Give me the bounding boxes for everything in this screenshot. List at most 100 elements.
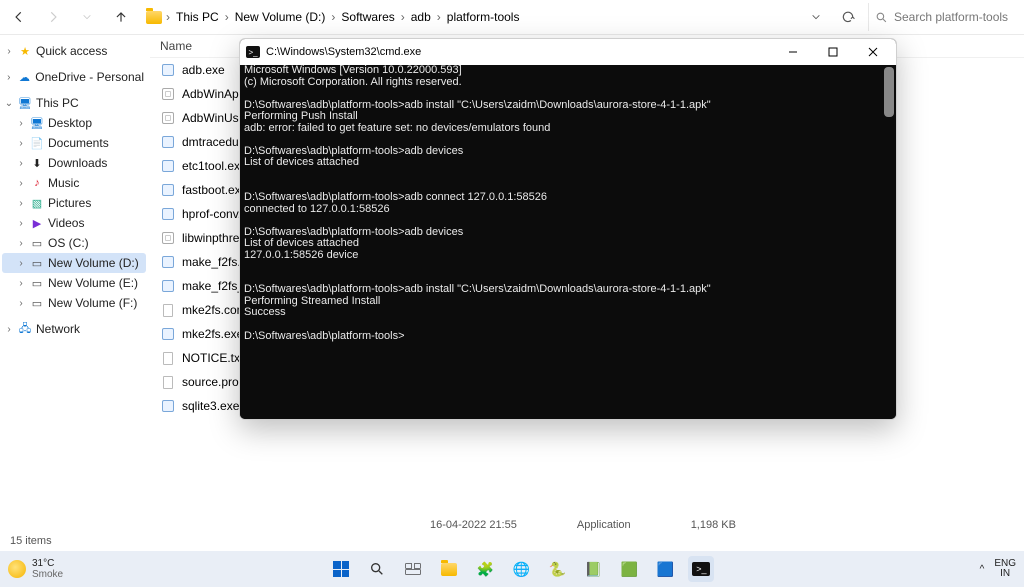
tree-this-pc[interactable]: ⌄ 🖥 This PC <box>2 93 146 113</box>
taskbar-app-4[interactable]: 📗 <box>580 556 606 582</box>
taskbar-weather[interactable]: 31°C Smoke <box>8 558 63 580</box>
cmd-icon: >_ <box>692 562 710 576</box>
taskbar-app-1[interactable]: 🧩 <box>472 556 498 582</box>
tree-desktop[interactable]: ›🖥Desktop <box>2 113 146 133</box>
minimize-icon <box>788 47 798 57</box>
tree-label: Pictures <box>48 196 91 210</box>
taskbar-app-6[interactable]: 🟦 <box>652 556 678 582</box>
tray-lang2[interactable]: IN <box>994 569 1016 580</box>
tree-label: New Volume (F:) <box>48 296 137 310</box>
crumb-adb[interactable]: adb <box>409 8 433 26</box>
tree-nv-f[interactable]: ›▭New Volume (F:) <box>2 293 146 313</box>
cloud-icon: ☁ <box>18 70 32 84</box>
cmd-output[interactable]: Microsoft Windows [Version 10.0.22000.59… <box>240 65 896 419</box>
cmd-icon: >_ <box>246 46 260 58</box>
chevron-down-icon <box>82 12 92 22</box>
taskbar-explorer[interactable] <box>436 556 462 582</box>
search-icon <box>369 561 385 577</box>
crumb-drive-d[interactable]: New Volume (D:) <box>233 8 328 26</box>
cmd-title-text: C:\Windows\System32\cmd.exe <box>266 46 421 58</box>
tree-quick-access[interactable]: › ★ Quick access <box>2 41 146 61</box>
tree-label: OneDrive - Personal <box>35 70 144 84</box>
windows-logo-icon <box>333 561 349 577</box>
tree-nv-e[interactable]: ›▭New Volume (E:) <box>2 273 146 293</box>
taskview-icon <box>405 563 421 575</box>
file-name: adb.exe <box>182 63 225 77</box>
task-view[interactable] <box>400 556 426 582</box>
taskbar-search[interactable] <box>364 556 390 582</box>
address-dropdown[interactable] <box>804 5 828 29</box>
taskbar-center: 🧩 🌐 🐍 📗 🟩 🟦 >_ <box>63 556 980 582</box>
pictures-icon: ▧ <box>30 196 44 210</box>
refresh-icon <box>841 10 855 24</box>
tree-label: Videos <box>48 216 84 230</box>
tree-videos[interactable]: ›▶Videos <box>2 213 146 233</box>
exe-file-icon <box>160 182 176 198</box>
taskbar-app-2[interactable]: 🌐 <box>508 556 534 582</box>
tree-pictures[interactable]: › ▧ Pictures <box>2 193 146 213</box>
dll-file-icon <box>160 110 176 126</box>
cmd-scrollbar[interactable] <box>884 67 894 117</box>
tree-label: Documents <box>48 136 109 150</box>
search-input[interactable]: Search platform-tools <box>868 3 1018 31</box>
breadcrumb[interactable]: › This PC › New Volume (D:) › Softwares … <box>142 3 796 31</box>
refresh-button[interactable] <box>836 5 860 29</box>
search-icon <box>875 11 888 24</box>
cmd-titlebar[interactable]: >_ C:\Windows\System32\cmd.exe <box>240 39 896 65</box>
file-name: sqlite3.exe <box>182 399 239 413</box>
chevron-right-icon: › <box>225 10 229 24</box>
tree-nv-d[interactable]: ›▭New Volume (D:) <box>2 253 146 273</box>
up-button[interactable] <box>108 4 134 30</box>
recent-button[interactable] <box>74 4 100 30</box>
exe-file-icon <box>160 326 176 342</box>
taskbar-tray[interactable]: ^ ENG IN <box>980 559 1016 580</box>
chevron-right-icon: › <box>16 198 26 209</box>
cmd-window[interactable]: >_ C:\Windows\System32\cmd.exe Microsoft… <box>239 38 897 420</box>
back-button[interactable] <box>6 4 32 30</box>
tray-chevron-icon[interactable]: ^ <box>980 564 985 575</box>
status-bar: 15 items <box>0 533 1024 551</box>
address-bar: › This PC › New Volume (D:) › Softwares … <box>0 0 1024 34</box>
exe-file-icon <box>160 134 176 150</box>
maximize-button[interactable] <box>816 41 850 63</box>
file-name: fastboot.exe <box>182 183 247 197</box>
folder-icon <box>441 563 457 576</box>
arrow-up-icon <box>114 10 128 24</box>
tree-music[interactable]: ›♪Music <box>2 173 146 193</box>
dll-file-icon <box>160 86 176 102</box>
chevron-down-icon <box>811 12 821 22</box>
start-button[interactable] <box>328 556 354 582</box>
crumb-this-pc[interactable]: This PC <box>174 8 221 26</box>
nav-tree: › ★ Quick access › ☁ OneDrive - Personal… <box>0 35 150 533</box>
tree-network[interactable]: ›🖧Network <box>2 319 146 339</box>
drive-icon: ▭ <box>30 236 44 250</box>
status-item-count: 15 items <box>10 535 52 547</box>
chevron-right-icon: › <box>16 158 26 169</box>
tree-label: Network <box>36 322 80 336</box>
star-icon: ★ <box>18 44 32 58</box>
download-icon: ⬇ <box>30 156 44 170</box>
maximize-icon <box>828 47 838 57</box>
tree-onedrive[interactable]: › ☁ OneDrive - Personal <box>2 67 146 87</box>
crumb-platform-tools[interactable]: platform-tools <box>445 8 522 26</box>
drive-icon: ▭ <box>30 276 44 290</box>
taskbar-app-3[interactable]: 🐍 <box>544 556 570 582</box>
taskbar-cmd[interactable]: >_ <box>688 556 714 582</box>
chevron-right-icon: › <box>4 72 14 83</box>
column-name[interactable]: Name <box>160 39 192 53</box>
videos-icon: ▶ <box>30 216 44 230</box>
close-button[interactable] <box>856 41 890 63</box>
tree-downloads[interactable]: ›⬇Downloads <box>2 153 146 173</box>
minimize-button[interactable] <box>776 41 810 63</box>
tree-documents[interactable]: ›📄Documents <box>2 133 146 153</box>
file-name: mke2fs.exe <box>182 327 243 341</box>
forward-button[interactable] <box>40 4 66 30</box>
taskbar-app-5[interactable]: 🟩 <box>616 556 642 582</box>
tree-os-c[interactable]: ›▭OS (C:) <box>2 233 146 253</box>
crumb-softwares[interactable]: Softwares <box>339 8 396 26</box>
network-icon: 🖧 <box>18 322 32 336</box>
close-icon <box>868 47 878 57</box>
folder-icon: 📄 <box>30 136 44 150</box>
folder-icon <box>146 11 162 24</box>
dll-file-icon <box>160 230 176 246</box>
